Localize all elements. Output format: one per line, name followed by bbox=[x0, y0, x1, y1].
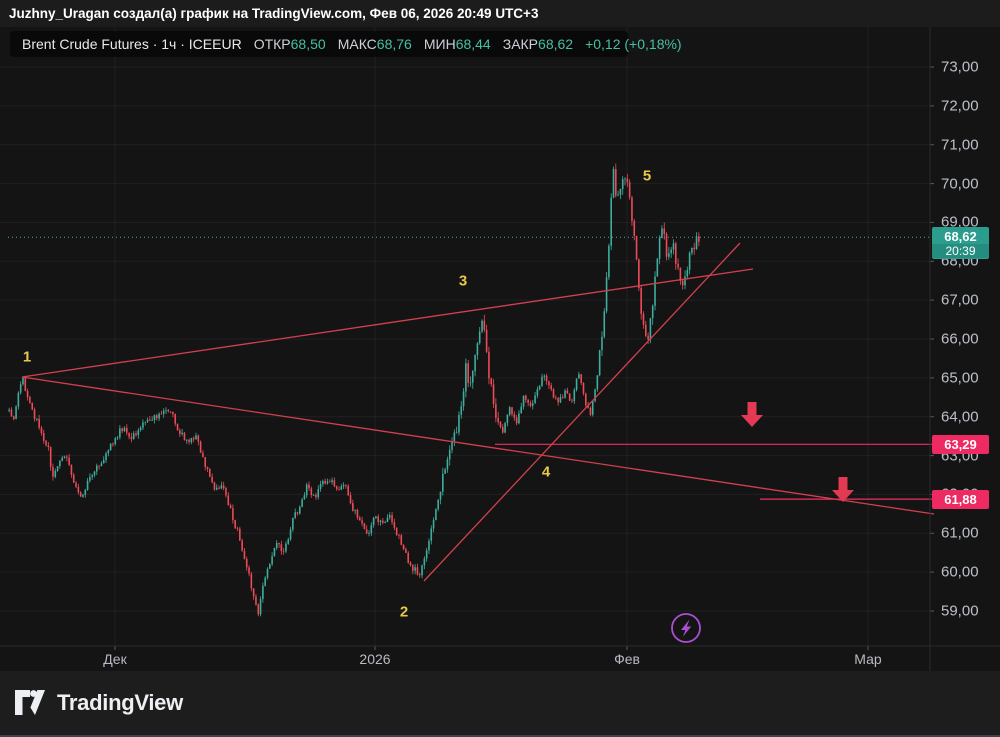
price-axis-label: 72,00 bbox=[941, 97, 979, 115]
wave-label-2[interactable]: 2 bbox=[400, 604, 408, 621]
price-axis-label: 66,00 bbox=[941, 330, 979, 348]
attribution-text: Juzhny_Uragan создал(а) график на Tradin… bbox=[9, 6, 539, 21]
price-axis-label: 64,00 bbox=[941, 408, 979, 426]
level-price-badge: 61,88 bbox=[932, 489, 989, 509]
candles-up-bodies bbox=[8, 169, 698, 615]
change-value: +0,12 (+0,18%) bbox=[585, 36, 682, 52]
last-price-value: 68,62 bbox=[944, 229, 977, 245]
tradingview-logo-icon bbox=[15, 690, 45, 715]
last-price-badge: 68,62 20:39 bbox=[932, 227, 989, 260]
price-axis-label: 59,00 bbox=[941, 602, 979, 620]
wave-label-5[interactable]: 5 bbox=[643, 168, 651, 185]
wave-label-3[interactable]: 3 bbox=[459, 273, 467, 290]
symbol-legend: Brent Crude Futures · 1ч · ICEEUR ОТКР 68… bbox=[10, 31, 682, 57]
wave-label-4[interactable]: 4 bbox=[542, 464, 550, 481]
down-arrow-marker[interactable] bbox=[741, 402, 763, 427]
ohlc-open: ОТКР 68,50 bbox=[253, 36, 326, 52]
down-arrow-marker[interactable] bbox=[832, 477, 854, 502]
time-axis-label: Фев bbox=[614, 651, 640, 667]
attribution-bar: Juzhny_Uragan создал(а) график на Tradin… bbox=[0, 0, 1000, 27]
ohlc-low: МИН 68,44 bbox=[423, 36, 491, 52]
time-axis-label: 2026 bbox=[359, 651, 391, 667]
trendline-descending-from-1[interactable] bbox=[21, 376, 935, 515]
time-axis-label: Мар bbox=[854, 651, 882, 667]
tradingview-logo[interactable]: TradingView bbox=[14, 689, 183, 716]
ohlc-close: ЗАКР 68,62 bbox=[502, 36, 574, 52]
symbol-title: Brent Crude Futures · 1ч · ICEEUR bbox=[22, 36, 242, 52]
price-axis-label: 65,00 bbox=[941, 369, 979, 387]
price-axis-label: 71,00 bbox=[941, 136, 979, 154]
chart-canvas[interactable] bbox=[0, 27, 1000, 737]
candles-down-bodies bbox=[10, 169, 700, 615]
wave-label-1[interactable]: 1 bbox=[23, 349, 31, 366]
footer-bar: TradingView bbox=[0, 671, 1000, 737]
chart-area[interactable] bbox=[0, 27, 1000, 671]
price-axis-label: 60,00 bbox=[941, 563, 979, 581]
tradingview-logo-text: TradingView bbox=[57, 689, 183, 715]
time-axis-label: Дек bbox=[103, 651, 127, 667]
lightning-bolt-glyph bbox=[681, 619, 692, 637]
bar-countdown: 20:39 bbox=[932, 244, 989, 259]
level-price-badge: 63,29 bbox=[932, 434, 989, 454]
candles-up-wicks bbox=[8, 166, 697, 617]
tradingview-snapshot: Juzhny_Uragan создал(а) график на Tradin… bbox=[0, 0, 1000, 737]
price-axis-label: 73,00 bbox=[941, 58, 979, 76]
ohlc-high: МАКС 68,76 bbox=[337, 36, 412, 52]
price-axis-label: 70,00 bbox=[941, 175, 979, 193]
price-axis-label: 67,00 bbox=[941, 291, 979, 309]
price-axis-label: 61,00 bbox=[941, 524, 979, 542]
